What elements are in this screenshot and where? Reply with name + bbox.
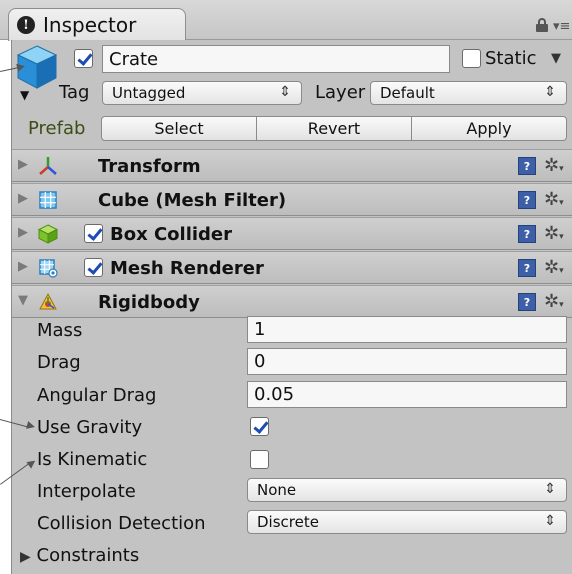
callout-arrowhead-icon xyxy=(16,62,26,72)
collision-detection-value: Discrete xyxy=(257,513,319,531)
active-checkbox[interactable] xyxy=(74,49,93,68)
expand-arrow-icon[interactable]: ▶ xyxy=(18,225,28,240)
tag-value: Untagged xyxy=(112,84,186,102)
prefab-apply-button[interactable]: Apply xyxy=(412,117,566,140)
expand-arrow-icon[interactable]: ▶ xyxy=(18,157,28,172)
layer-caret-icon: ⇕ xyxy=(544,84,556,100)
component-title: Rigidbody xyxy=(98,292,200,313)
mesh-filter-icon xyxy=(39,191,57,209)
panel-menu-icon[interactable]: ▾≡ xyxy=(553,20,570,33)
interpolate-value: None xyxy=(257,481,297,499)
gear-icon[interactable]: ✲▾ xyxy=(544,257,564,278)
collision-detection-label: Collision Detection xyxy=(37,513,206,534)
component-title: Box Collider xyxy=(110,224,233,245)
interpolate-label: Interpolate xyxy=(37,481,136,502)
layer-value: Default xyxy=(380,84,435,102)
help-icon[interactable]: ? xyxy=(518,259,536,277)
tag-caret-icon: ⇕ xyxy=(279,84,291,100)
tab-inspector[interactable]: ! Inspector xyxy=(8,8,186,41)
tab-strip: ! Inspector ▾≡ xyxy=(0,0,572,41)
component-title: Mesh Renderer xyxy=(110,258,264,279)
component-enabled-checkbox[interactable] xyxy=(84,258,103,277)
gear-icon[interactable]: ✲▾ xyxy=(544,291,564,312)
prefab-button-bar: Select Revert Apply xyxy=(101,116,567,141)
mass-field[interactable]: 1 xyxy=(247,316,567,343)
help-icon[interactable]: ? xyxy=(518,225,536,243)
tag-label: Tag xyxy=(59,82,90,103)
component-transform[interactable]: ▶ Transform ? ✲▾ xyxy=(12,149,572,182)
static-label: Static xyxy=(485,48,537,69)
gear-icon[interactable]: ✲▾ xyxy=(544,223,564,244)
gear-icon[interactable]: ✲▾ xyxy=(544,189,564,210)
constraints-label: Constraints xyxy=(36,545,140,566)
tag-dropdown[interactable]: Untagged ⇕ xyxy=(102,81,302,105)
transform-axes-icon xyxy=(39,157,57,175)
prefab-revert-button[interactable]: Revert xyxy=(257,117,412,140)
gear-icon[interactable]: ✲▾ xyxy=(544,155,564,176)
expand-arrow-icon[interactable]: ▶ xyxy=(18,191,28,206)
icon-dropdown-arrow-icon[interactable]: ▼ xyxy=(20,88,29,102)
component-mesh-renderer[interactable]: ▶ Mesh Renderer ? ✲▾ xyxy=(12,251,572,284)
use-gravity-label: Use Gravity xyxy=(37,417,143,438)
collision-detection-dropdown[interactable]: Discrete ⇕ xyxy=(247,510,567,534)
rigidbody-icon xyxy=(39,292,57,310)
box-collider-icon xyxy=(38,224,58,244)
angular-drag-field[interactable]: 0.05 xyxy=(247,381,567,408)
component-title: Cube (Mesh Filter) xyxy=(98,190,287,211)
is-kinematic-label: Is Kinematic xyxy=(37,449,148,470)
component-enabled-checkbox[interactable] xyxy=(84,224,103,243)
help-icon[interactable]: ? xyxy=(518,191,536,209)
prefab-label: Prefab xyxy=(28,118,86,139)
component-box-collider[interactable]: ▶ Box Collider ? ✲▾ xyxy=(12,217,572,250)
expand-arrow-icon: ▶ xyxy=(20,549,31,565)
layer-dropdown[interactable]: Default ⇕ xyxy=(370,81,567,105)
static-checkbox[interactable] xyxy=(462,49,481,68)
help-icon[interactable]: ? xyxy=(518,157,536,175)
info-icon: ! xyxy=(17,16,35,34)
component-rigidbody[interactable]: ▼ Rigidbody ? ✲▾ xyxy=(12,285,572,318)
layer-label: Layer xyxy=(315,82,366,103)
constraints-foldout[interactable]: ▶ Constraints xyxy=(20,545,139,566)
component-title: Transform xyxy=(98,156,201,177)
lock-icon[interactable] xyxy=(535,18,549,32)
angular-drag-label: Angular Drag xyxy=(37,385,157,406)
help-icon[interactable]: ? xyxy=(518,293,536,311)
drag-label: Drag xyxy=(37,352,81,373)
interpolate-caret-icon: ⇕ xyxy=(544,481,556,497)
interpolate-dropdown[interactable]: None ⇕ xyxy=(247,478,567,502)
expand-arrow-icon[interactable]: ▶ xyxy=(18,259,28,274)
is-kinematic-checkbox[interactable] xyxy=(250,450,269,469)
tab-label: Inspector xyxy=(43,13,137,37)
mesh-renderer-icon xyxy=(39,259,58,278)
prefab-select-button[interactable]: Select xyxy=(102,117,257,140)
component-mesh-filter[interactable]: ▶ Cube (Mesh Filter) ? ✲▾ xyxy=(12,183,572,216)
static-dropdown-icon[interactable]: ▼ xyxy=(551,51,561,66)
use-gravity-checkbox[interactable] xyxy=(250,417,269,436)
collision-detection-caret-icon: ⇕ xyxy=(544,513,556,529)
mass-label: Mass xyxy=(37,320,83,341)
collapse-arrow-icon[interactable]: ▼ xyxy=(18,293,28,308)
drag-field[interactable]: 0 xyxy=(247,348,567,375)
object-name-field[interactable]: Crate xyxy=(102,45,450,73)
